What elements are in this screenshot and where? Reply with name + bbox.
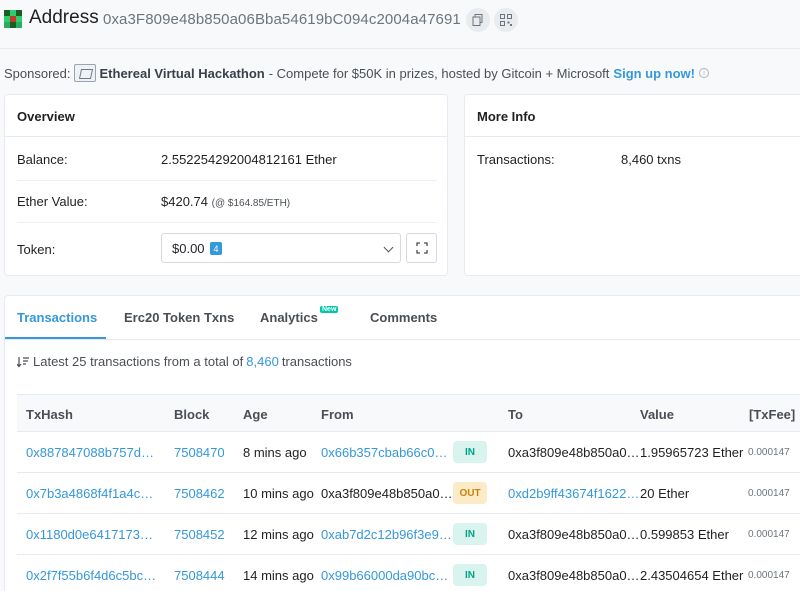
sponsored-banner: Sponsored: Ethereal Virtual Hackathon - … (4, 64, 709, 82)
more-info-card: More Info Transactions: 8,460 txns (464, 94, 800, 276)
new-badge: New (320, 306, 339, 313)
from-address-link[interactable]: 0x66b357cbab66c0… (321, 445, 448, 460)
table-row: 0x7b3a4868f4f1a4c… 7508462 10 mins ago 0… (17, 473, 800, 514)
col-txfee: [TxFee] (749, 407, 796, 422)
table-header: TxHash Block Age From To Value [TxFee] (17, 394, 800, 432)
tx-value: 1.95965723 Ether (640, 445, 744, 460)
direction-badge: IN (453, 523, 487, 545)
from-address: 0xa3f809e48b850a0… (321, 486, 453, 501)
transactions-label: Transactions: (477, 152, 555, 167)
active-tab-indicator (5, 337, 106, 339)
tx-hash-link[interactable]: 0x1180d0e6417173… (26, 527, 153, 542)
tx-fee: 0.000147 (748, 447, 790, 458)
address-identicon-icon (4, 10, 22, 28)
token-value: $0.00 (172, 241, 205, 256)
page-header: Address 0xa3F809e48b850a06Bba54619bC094c… (0, 0, 800, 44)
col-from: From (321, 407, 354, 422)
ether-value: $420.74 (@ $164.85/ETH) (161, 194, 290, 209)
token-label: Token: (17, 242, 56, 257)
col-block: Block (174, 407, 210, 422)
col-age: Age (243, 407, 268, 422)
ether-value-label: Ether Value: (17, 194, 88, 209)
tx-age: 12 mins ago (243, 527, 314, 542)
from-address-link[interactable]: 0xab7d2c12b96f3e9… (321, 527, 452, 542)
col-txhash: TxHash (26, 407, 73, 422)
overview-title: Overview (5, 95, 447, 137)
qr-code-icon (500, 14, 512, 26)
balance-value: 2.552254292004812161 Ether (161, 152, 337, 167)
sponsored-label: Sponsored: (4, 65, 71, 81)
direction-badge: IN (453, 564, 487, 586)
tx-age: 10 mins ago (243, 486, 314, 501)
tx-age: 8 mins ago (243, 445, 307, 460)
summary-suffix: transactions (281, 354, 352, 369)
tx-value: 2.43504654 Ether (640, 568, 744, 583)
tx-hash-link[interactable]: 0x2f7f55b6f4d6c5bc… (26, 568, 156, 583)
tab-analytics[interactable]: Analytics New (260, 306, 339, 325)
tx-fee: 0.000147 (748, 529, 790, 540)
expand-icon (415, 242, 428, 254)
to-address-link[interactable]: 0xd2b9ff43674f1622… (508, 486, 639, 501)
block-link[interactable]: 7508462 (174, 486, 225, 501)
qr-code-button[interactable] (494, 8, 518, 32)
sort-icon (17, 356, 29, 367)
divider (17, 222, 437, 223)
summary-count-link[interactable]: 8,460 (246, 354, 279, 369)
copy-icon (472, 14, 483, 26)
ether-value-amount: $420.74 (161, 194, 208, 209)
tx-hash-link[interactable]: 0x887847088b757d… (26, 445, 154, 460)
to-address: 0xa3f809e48b850a0… (508, 445, 640, 460)
address-hash: 0xa3F809e48b850a06Bba54619bC094c2004a476… (103, 11, 461, 28)
token-expand-button[interactable] (406, 233, 437, 263)
block-link[interactable]: 7508444 (174, 568, 225, 583)
tx-value: 0.599853 Ether (640, 527, 729, 542)
tab-comments[interactable]: Comments (370, 310, 437, 325)
overview-card: Overview Balance: 2.552254292004812161 E… (4, 94, 448, 276)
to-address: 0xa3f809e48b850a0… (508, 568, 640, 583)
col-to: To (508, 407, 523, 422)
page-title: Address (29, 7, 99, 28)
transactions-summary: Latest 25 transactions from a total of 8… (17, 354, 352, 369)
col-value: Value (640, 407, 674, 422)
tab-transactions[interactable]: Transactions (17, 310, 97, 325)
table-row: 0x2f7f55b6f4d6c5bc… 7508444 14 mins ago … (17, 555, 800, 591)
from-address-link[interactable]: 0x99b66000da90bc… (321, 568, 448, 583)
transactions-panel: Transactions Erc20 Token Txns Analytics … (4, 295, 800, 591)
copy-address-button[interactable] (466, 8, 490, 32)
block-link[interactable]: 7508470 (174, 445, 225, 460)
direction-badge: OUT (453, 482, 487, 504)
summary-prefix: Latest 25 transactions from a total of (33, 354, 244, 369)
tx-fee: 0.000147 (748, 570, 790, 581)
header-divider (0, 48, 800, 49)
block-link[interactable]: 7508452 (174, 527, 225, 542)
token-dropdown[interactable]: $0.00 4 (161, 233, 401, 263)
to-address: 0xa3f809e48b850a0… (508, 527, 640, 542)
table-row: 0x1180d0e6417173… 7508452 12 mins ago 0x… (17, 514, 800, 555)
tab-analytics-label: Analytics (260, 310, 318, 325)
balance-label: Balance: (17, 152, 68, 167)
tab-bar: Transactions Erc20 Token Txns Analytics … (5, 296, 800, 340)
transactions-value: 8,460 txns (621, 152, 681, 167)
tx-age: 14 mins ago (243, 568, 314, 583)
token-count-badge: 4 (210, 242, 222, 255)
info-icon[interactable]: i (699, 68, 709, 78)
tab-erc20-token-txns[interactable]: Erc20 Token Txns (124, 310, 234, 325)
tx-fee: 0.000147 (748, 488, 790, 499)
sponsor-name[interactable]: Ethereal Virtual Hackathon (100, 66, 265, 81)
tx-value: 20 Ether (640, 486, 690, 501)
sponsor-signup-link[interactable]: Sign up now! (613, 66, 695, 81)
direction-badge: IN (453, 441, 487, 463)
sponsor-text: - Compete for $50K in prizes, hosted by … (268, 65, 610, 81)
tx-hash-link[interactable]: 0x7b3a4868f4f1a4c… (26, 486, 153, 501)
more-info-title: More Info (465, 95, 800, 137)
divider (17, 180, 437, 181)
table-row: 0x887847088b757d… 7508470 8 mins ago 0x6… (17, 432, 800, 473)
chevron-down-icon (383, 242, 394, 253)
ether-price: (@ $164.85/ETH) (211, 198, 291, 209)
sponsor-logo-icon (73, 64, 96, 82)
